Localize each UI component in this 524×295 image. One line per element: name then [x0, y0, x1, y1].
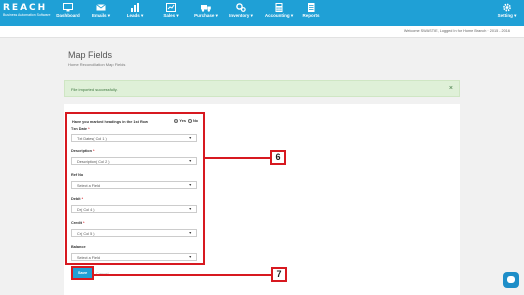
- nav-label: Emails ▾: [91, 13, 111, 18]
- top-navbar: REACH Business Automation Software Dashb…: [0, 0, 524, 26]
- nav-emails[interactable]: Emails ▾: [90, 2, 112, 24]
- nav-reports[interactable]: Reports: [301, 2, 321, 24]
- no-label: No: [192, 119, 198, 123]
- nav-sales[interactable]: Sales ▾: [160, 2, 182, 24]
- field-label: Credit: [71, 221, 82, 225]
- nav-setting[interactable]: Setting ▾: [494, 2, 520, 24]
- nav-leads[interactable]: Leads ▾: [125, 2, 145, 24]
- breadcrumb: Home Reconciliation Map Fields: [68, 62, 126, 67]
- gear-icon: [503, 3, 511, 12]
- caret-down-icon: ▼: [188, 231, 192, 236]
- chat-bubble-icon: [507, 276, 515, 283]
- balance-label: Balance: [71, 245, 86, 249]
- yes-radio[interactable]: [174, 119, 179, 123]
- bar-chart-icon: [131, 3, 139, 12]
- welcome-bar: Welcome SWASTIE, Logged In for Home Bran…: [0, 26, 524, 38]
- dashboard-icon: [63, 3, 73, 12]
- select-value: Txt Dates( Col 1 ): [77, 136, 107, 141]
- nav-purchase[interactable]: Purchase ▾: [192, 2, 220, 24]
- credit-select[interactable]: Cr( Col 5 ) ▼: [71, 229, 197, 237]
- cogs-icon: [236, 3, 246, 12]
- select-value: Description( Col 2 ): [77, 159, 110, 164]
- heading-row-question: Have you marked headings in the 1st Row …: [72, 119, 198, 126]
- ref-no-select[interactable]: Select a Field ▼: [71, 181, 197, 189]
- nav-label: Inventory ▾: [229, 13, 253, 18]
- nav-label: Dashboard: [56, 13, 80, 18]
- credit-label: Credit *: [71, 221, 85, 225]
- caret-down-icon: ▼: [188, 136, 192, 141]
- no-radio[interactable]: [187, 119, 192, 123]
- debit-label: Debit *: [71, 197, 83, 201]
- success-alert: File imported successfully. ×: [64, 80, 460, 97]
- field-label: Description: [71, 149, 92, 153]
- callout-6: 6: [270, 150, 286, 165]
- field-label: Txn Date: [71, 127, 88, 131]
- close-icon[interactable]: ×: [449, 84, 453, 93]
- page-title: Map Fields: [68, 50, 113, 60]
- required-marker: *: [81, 197, 84, 201]
- brand-tagline: Business Automation Software: [3, 13, 51, 17]
- txn-date-select[interactable]: Txt Dates( Col 1 ) ▼: [71, 134, 197, 142]
- truck-icon: [201, 5, 211, 12]
- nav-label: Purchase ▾: [194, 13, 218, 18]
- chat-widget-button[interactable]: [503, 272, 519, 288]
- brand-logo[interactable]: REACH Business Automation Software: [3, 3, 51, 23]
- select-value: Cr( Col 5 ): [77, 231, 95, 236]
- caret-down-icon: ▼: [188, 207, 192, 212]
- callout-7: 7: [271, 267, 287, 282]
- required-marker: *: [92, 149, 95, 153]
- select-value: Select a Field: [77, 255, 101, 260]
- select-value: Dr( Col 4 ): [77, 207, 95, 212]
- nav-label: Sales ▾: [163, 13, 179, 18]
- sales-icon: [166, 3, 176, 12]
- description-select[interactable]: Description( Col 2 ) ▼: [71, 157, 197, 165]
- nav-label: Accounting ▾: [264, 13, 294, 18]
- question-label: Have you marked headings in the 1st Row: [72, 120, 148, 124]
- field-label: Ref No: [71, 173, 84, 177]
- caret-down-icon: ▼: [188, 159, 192, 164]
- nav-label: Reports: [302, 13, 320, 18]
- field-label: Debit: [71, 197, 81, 201]
- select-value: Select a Field: [77, 183, 101, 188]
- callout-6-line: [205, 157, 270, 159]
- required-marker: *: [88, 127, 90, 131]
- alert-text: File imported successfully.: [71, 87, 118, 92]
- description-label: Description *: [71, 149, 94, 153]
- caret-down-icon: ▼: [188, 183, 192, 188]
- field-label: Balance: [71, 245, 86, 249]
- map-fields-form: Have you marked headings in the 1st Row …: [65, 112, 205, 265]
- nav-label: Setting ▾: [497, 13, 517, 18]
- save-button[interactable]: Save: [71, 266, 94, 280]
- callout-7-line: [93, 274, 271, 276]
- nav-dashboard[interactable]: Dashboard: [56, 2, 80, 24]
- brand-name: REACH: [3, 3, 48, 13]
- nav-accounting[interactable]: Accounting ▾: [262, 2, 296, 24]
- txn-date-label: Txn Date *: [71, 127, 90, 131]
- required-marker: *: [83, 221, 85, 225]
- calculator-icon: [275, 3, 283, 12]
- ref-no-label: Ref No: [71, 173, 83, 177]
- heading-radio-group: Yes No: [174, 119, 198, 123]
- envelope-icon: [96, 4, 106, 11]
- report-icon: [308, 3, 315, 12]
- nav-inventory[interactable]: Inventory ▾: [227, 2, 255, 24]
- balance-select[interactable]: Select a Field ▼: [71, 253, 197, 261]
- welcome-text: Welcome SWASTIE, Logged In for Home Bran…: [403, 29, 510, 33]
- yes-label: Yes: [179, 119, 186, 123]
- caret-down-icon: ▼: [188, 255, 192, 260]
- debit-select[interactable]: Dr( Col 4 ) ▼: [71, 205, 197, 213]
- nav-label: Leads ▾: [126, 13, 144, 18]
